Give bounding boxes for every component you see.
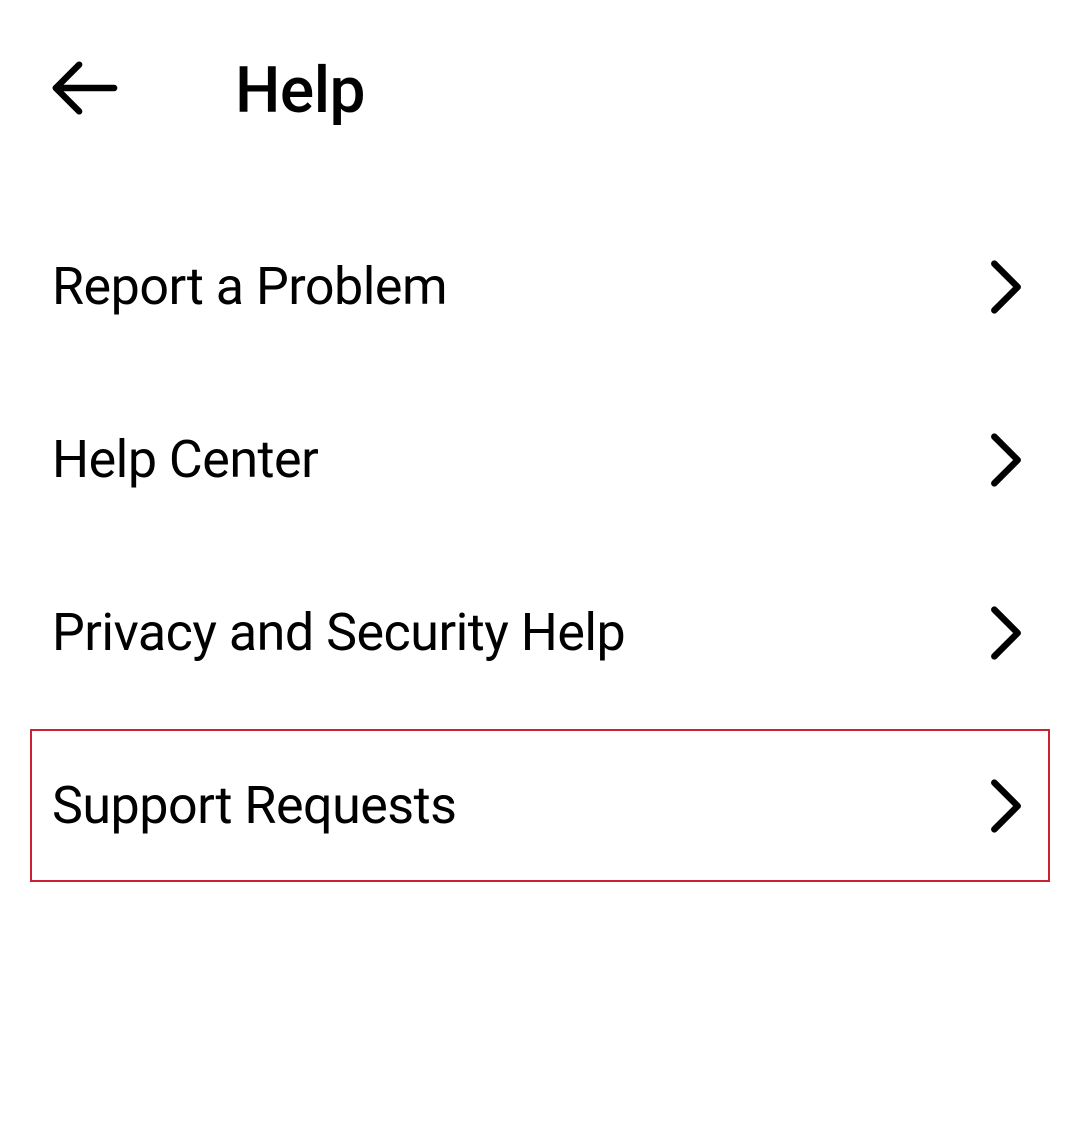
menu-item-support-requests[interactable]: Support Requests: [30, 729, 1050, 882]
menu-item-label: Report a Problem: [52, 256, 447, 317]
menu-item-privacy-and-security-help[interactable]: Privacy and Security Help: [30, 556, 1050, 709]
arrow-left-icon: [50, 53, 120, 127]
menu-list: Report a Problem Help Center Privacy and…: [0, 210, 1080, 882]
chevron-right-icon: [984, 438, 1028, 482]
back-button[interactable]: [50, 50, 130, 130]
menu-item-label: Support Requests: [52, 775, 457, 836]
chevron-right-icon: [984, 265, 1028, 309]
page-title: Help: [235, 53, 365, 128]
chevron-right-icon: [984, 784, 1028, 828]
menu-item-report-a-problem[interactable]: Report a Problem: [30, 210, 1050, 363]
menu-item-label: Help Center: [52, 429, 318, 490]
menu-item-help-center[interactable]: Help Center: [30, 383, 1050, 536]
header: Help: [0, 0, 1080, 170]
menu-item-label: Privacy and Security Help: [52, 602, 625, 663]
chevron-right-icon: [984, 611, 1028, 655]
